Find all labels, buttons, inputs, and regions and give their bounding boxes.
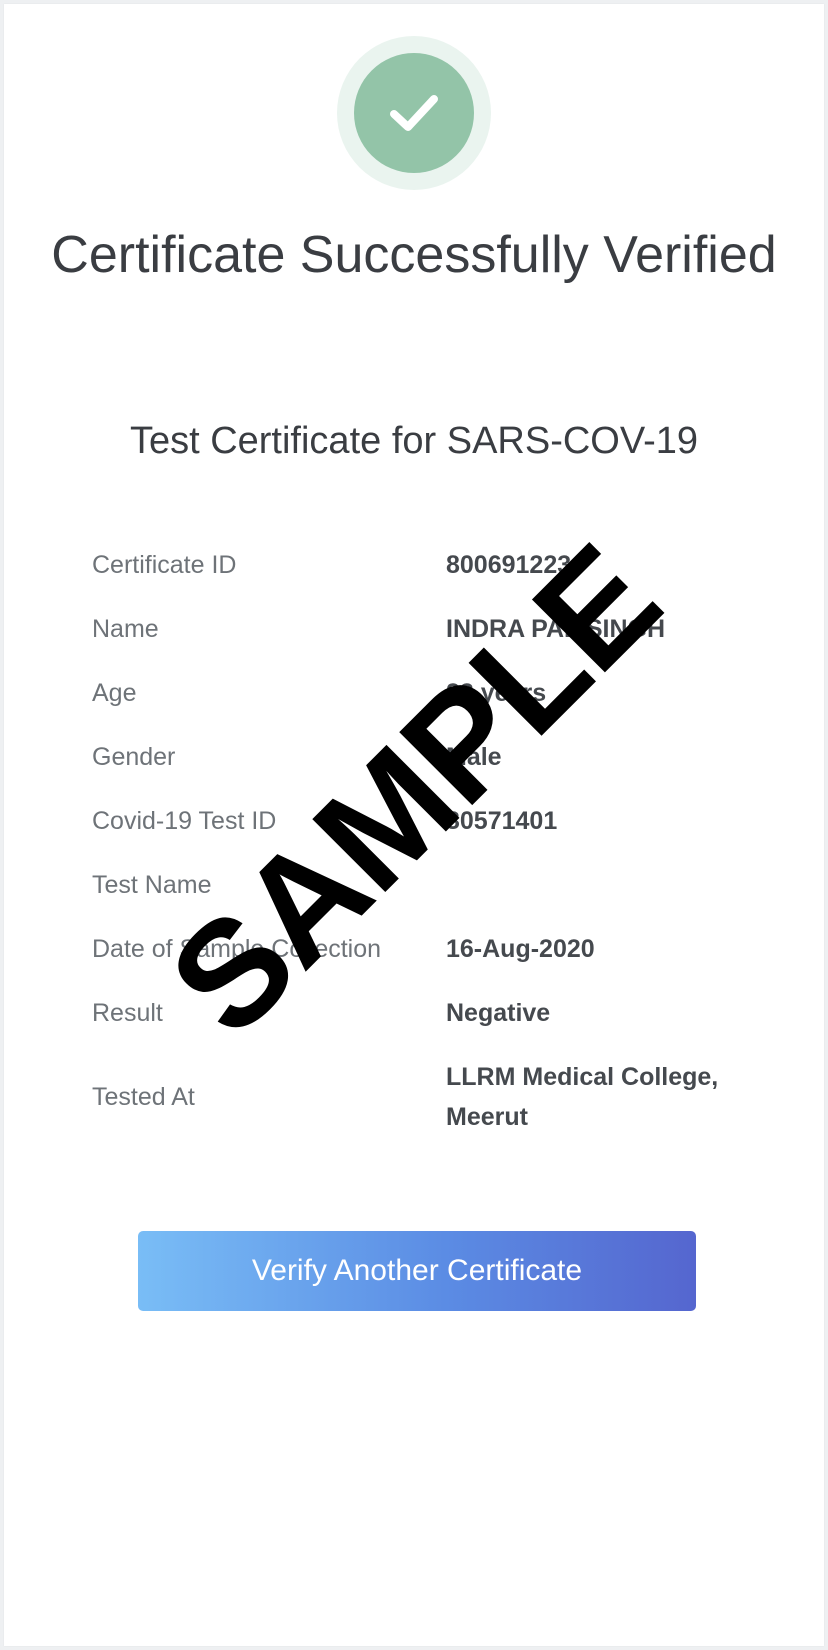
detail-label: Certificate ID: [92, 550, 237, 579]
detail-row-tested-at: Tested At LLRM Medical College, Meerut: [92, 1045, 752, 1149]
detail-label: Test Name: [92, 870, 212, 899]
detail-row-age: Age 23 years: [92, 661, 752, 725]
check-circle: [354, 53, 474, 173]
verify-another-button[interactable]: Verify Another Certificate: [138, 1231, 696, 1311]
detail-value: Negative: [446, 999, 551, 1027]
detail-label: Name: [92, 614, 159, 643]
certificate-details: Certificate ID 800691223 Name INDRA PAL …: [92, 533, 752, 1149]
detail-row-result: Result Negative: [92, 981, 752, 1045]
detail-value: Male: [446, 743, 502, 771]
detail-label: Result: [92, 998, 163, 1027]
detail-label: Gender: [92, 742, 176, 771]
detail-value: INDRA PAL SINGH: [446, 615, 665, 643]
page-title: Certificate Successfully Verified: [51, 226, 777, 284]
detail-label: Tested At: [92, 1082, 195, 1111]
detail-label: Covid-19 Test ID: [92, 806, 277, 835]
detail-row-name: Name INDRA PAL SINGH: [92, 597, 752, 661]
detail-label: Date of Sample Collection: [92, 934, 382, 963]
detail-value: 23 years: [446, 679, 547, 707]
detail-value: 16-Aug-2020: [446, 935, 595, 963]
detail-value: LLRM Medical College, Meerut: [446, 1063, 719, 1131]
detail-row-gender: Gender Male: [92, 725, 752, 789]
detail-row-test-id: Covid-19 Test ID 30571401: [92, 789, 752, 853]
verification-page: Certificate Successfully Verified Test C…: [4, 4, 824, 1646]
detail-value: 800691223: [446, 551, 572, 579]
detail-row-test-name: Test Name: [92, 853, 752, 917]
detail-row-certificate-id: Certificate ID 800691223: [92, 533, 752, 597]
success-badge: [337, 36, 491, 190]
detail-label: Age: [92, 678, 137, 707]
check-icon: [390, 95, 438, 131]
detail-row-collection-date: Date of Sample Collection 16-Aug-2020: [92, 917, 752, 981]
detail-value: 30571401: [446, 807, 558, 835]
certificate-type: Test Certificate for SARS-COV-19: [129, 420, 699, 462]
